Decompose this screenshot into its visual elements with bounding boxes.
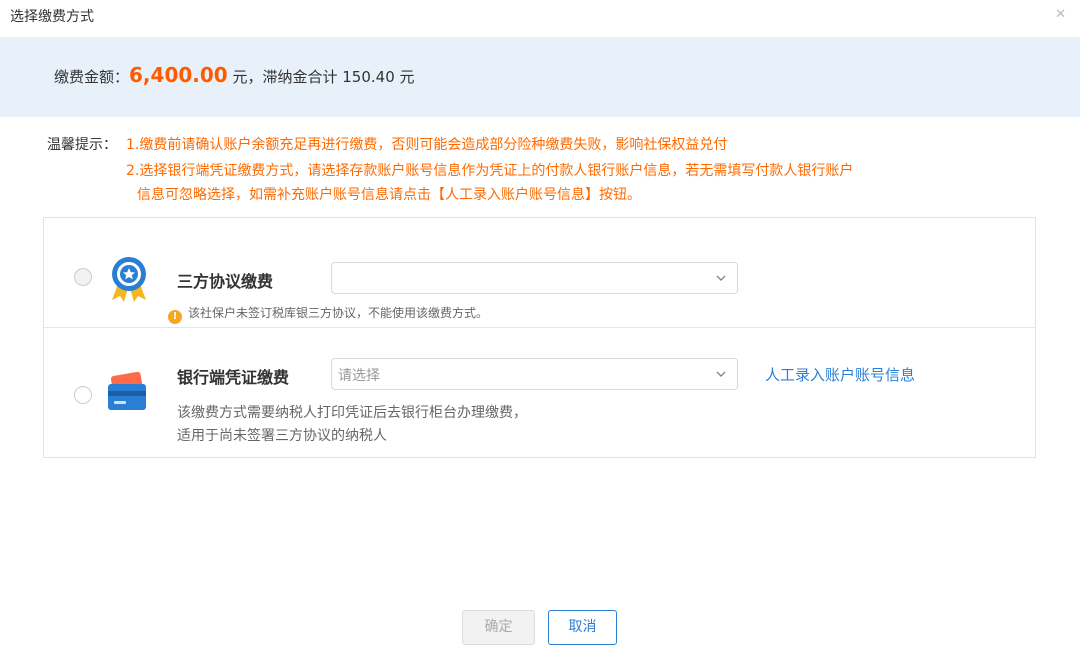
- option-bank-voucher-title: 银行端凭证缴费: [177, 368, 290, 387]
- notice-line-1: 1.缴费前请确认账户余额充足再进行缴费，否则可能会造成部分险种缴费失败，影响社保…: [126, 137, 728, 153]
- confirm-button[interactable]: 确定: [462, 610, 535, 645]
- third-party-warning: ! 该社保户未签订税库银三方协议，不能使用该缴费方式。: [168, 304, 488, 324]
- bank-card-icon: [106, 370, 152, 412]
- warning-text: 该社保户未签订税库银三方协议，不能使用该缴费方式。: [188, 306, 489, 320]
- option-third-party-radio[interactable]: [74, 268, 92, 286]
- amount-summary: 缴费金额：6,400.00 元，滞纳金合计 150.40 元: [54, 63, 415, 87]
- medal-icon: [104, 254, 154, 302]
- notice-line-2: 2.选择银行端凭证缴费方式，请选择存款账户账号信息作为凭证上的付款人银行账户信息…: [126, 163, 854, 179]
- chevron-down-icon: [715, 365, 727, 387]
- bank-account-select[interactable]: 请选择: [331, 358, 738, 390]
- late-fee-text: 元，滞纳金合计 150.40 元: [227, 68, 415, 86]
- amount-label: 缴费金额：: [54, 68, 130, 86]
- bank-voucher-desc-line-2: 适用于尚未签署三方协议的纳税人: [177, 428, 387, 444]
- cancel-button[interactable]: 取消: [548, 610, 617, 645]
- amount-value: 6,400.00: [129, 63, 228, 87]
- notice-label: 温馨提示：: [47, 137, 117, 153]
- close-icon[interactable]: ✕: [1055, 7, 1066, 22]
- dialog-titlebar: 选择缴费方式 ✕: [0, 0, 1080, 37]
- third-party-account-select[interactable]: [331, 262, 738, 294]
- option-third-party-title: 三方协议缴费: [177, 272, 274, 291]
- notice-line-3: 信息可忽略选择，如需补充账户账号信息请点击【人工录入账户账号信息】按钮。: [137, 187, 641, 203]
- dialog-title: 选择缴费方式: [10, 9, 94, 25]
- warning-icon: !: [168, 310, 182, 324]
- payment-options-panel: 三方协议缴费 ! 该社保户未签订税库银三方协议，不能使用该缴费方式。 银行端凭证缴…: [43, 217, 1036, 458]
- amount-summary-bar: 缴费金额：6,400.00 元，滞纳金合计 150.40 元: [0, 37, 1080, 117]
- manual-entry-link[interactable]: 人工录入账户账号信息: [765, 364, 915, 385]
- option-bank-voucher-radio[interactable]: [74, 386, 92, 404]
- bank-voucher-desc-line-1: 该缴费方式需要纳税人打印凭证后去银行柜台办理缴费，: [177, 405, 527, 421]
- option-divider: [44, 327, 1035, 328]
- chevron-down-icon: [715, 269, 727, 291]
- select-placeholder: 请选择: [338, 368, 380, 384]
